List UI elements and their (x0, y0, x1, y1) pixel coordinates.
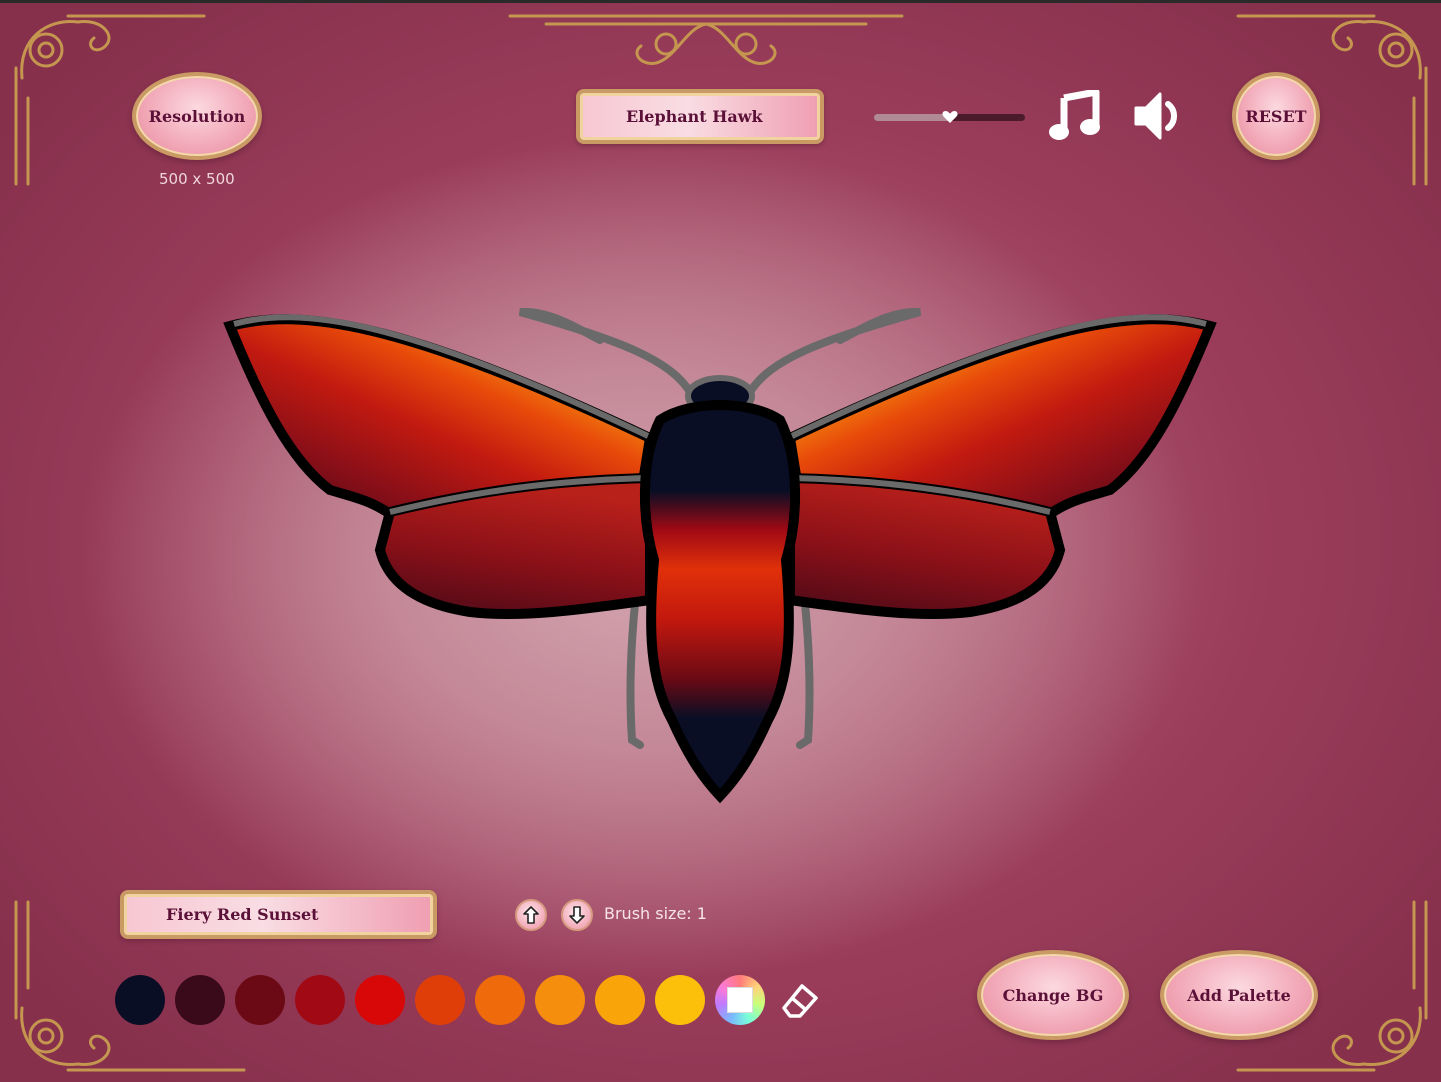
eraser-icon[interactable] (780, 980, 820, 1020)
color-wheel-button[interactable] (715, 975, 765, 1025)
color-swatch[interactable] (235, 975, 285, 1025)
species-selector-label: Elephant Hawk (626, 107, 763, 126)
resolution-button[interactable]: Resolution (132, 72, 262, 160)
color-swatch[interactable] (475, 975, 525, 1025)
volume-slider-handle-icon[interactable] (941, 110, 958, 124)
brush-size-decrease-button[interactable] (561, 899, 593, 931)
color-swatch[interactable] (355, 975, 405, 1025)
color-swatch[interactable] (535, 975, 585, 1025)
color-wheel-icon (727, 987, 753, 1013)
ornament-top-center (508, 14, 904, 65)
window-top-edge (0, 0, 1441, 3)
brush-size-increase-button[interactable] (515, 899, 547, 931)
species-selector[interactable]: Elephant Hawk (576, 89, 824, 144)
color-swatch[interactable] (295, 975, 345, 1025)
color-swatch[interactable] (175, 975, 225, 1025)
palette-selector-label: Fiery Red Sunset (166, 905, 319, 924)
arrow-down-icon (569, 906, 585, 924)
reset-button[interactable]: RESET (1232, 72, 1320, 160)
color-swatch[interactable] (115, 975, 165, 1025)
speaker-icon[interactable] (1132, 90, 1188, 142)
music-note-icon[interactable] (1048, 90, 1100, 142)
add-palette-button[interactable]: Add Palette (1160, 950, 1318, 1040)
color-swatch[interactable] (595, 975, 645, 1025)
palette-selector[interactable]: Fiery Red Sunset (120, 890, 437, 939)
color-swatch[interactable] (415, 975, 465, 1025)
brush-size-label: Brush size: 1 (604, 904, 707, 923)
arrow-up-icon (523, 906, 539, 924)
resolution-value: 500 x 500 (159, 170, 235, 188)
change-bg-button[interactable]: Change BG (977, 950, 1129, 1040)
color-swatch[interactable] (655, 975, 705, 1025)
moth-drawing-canvas[interactable] (220, 300, 1220, 810)
